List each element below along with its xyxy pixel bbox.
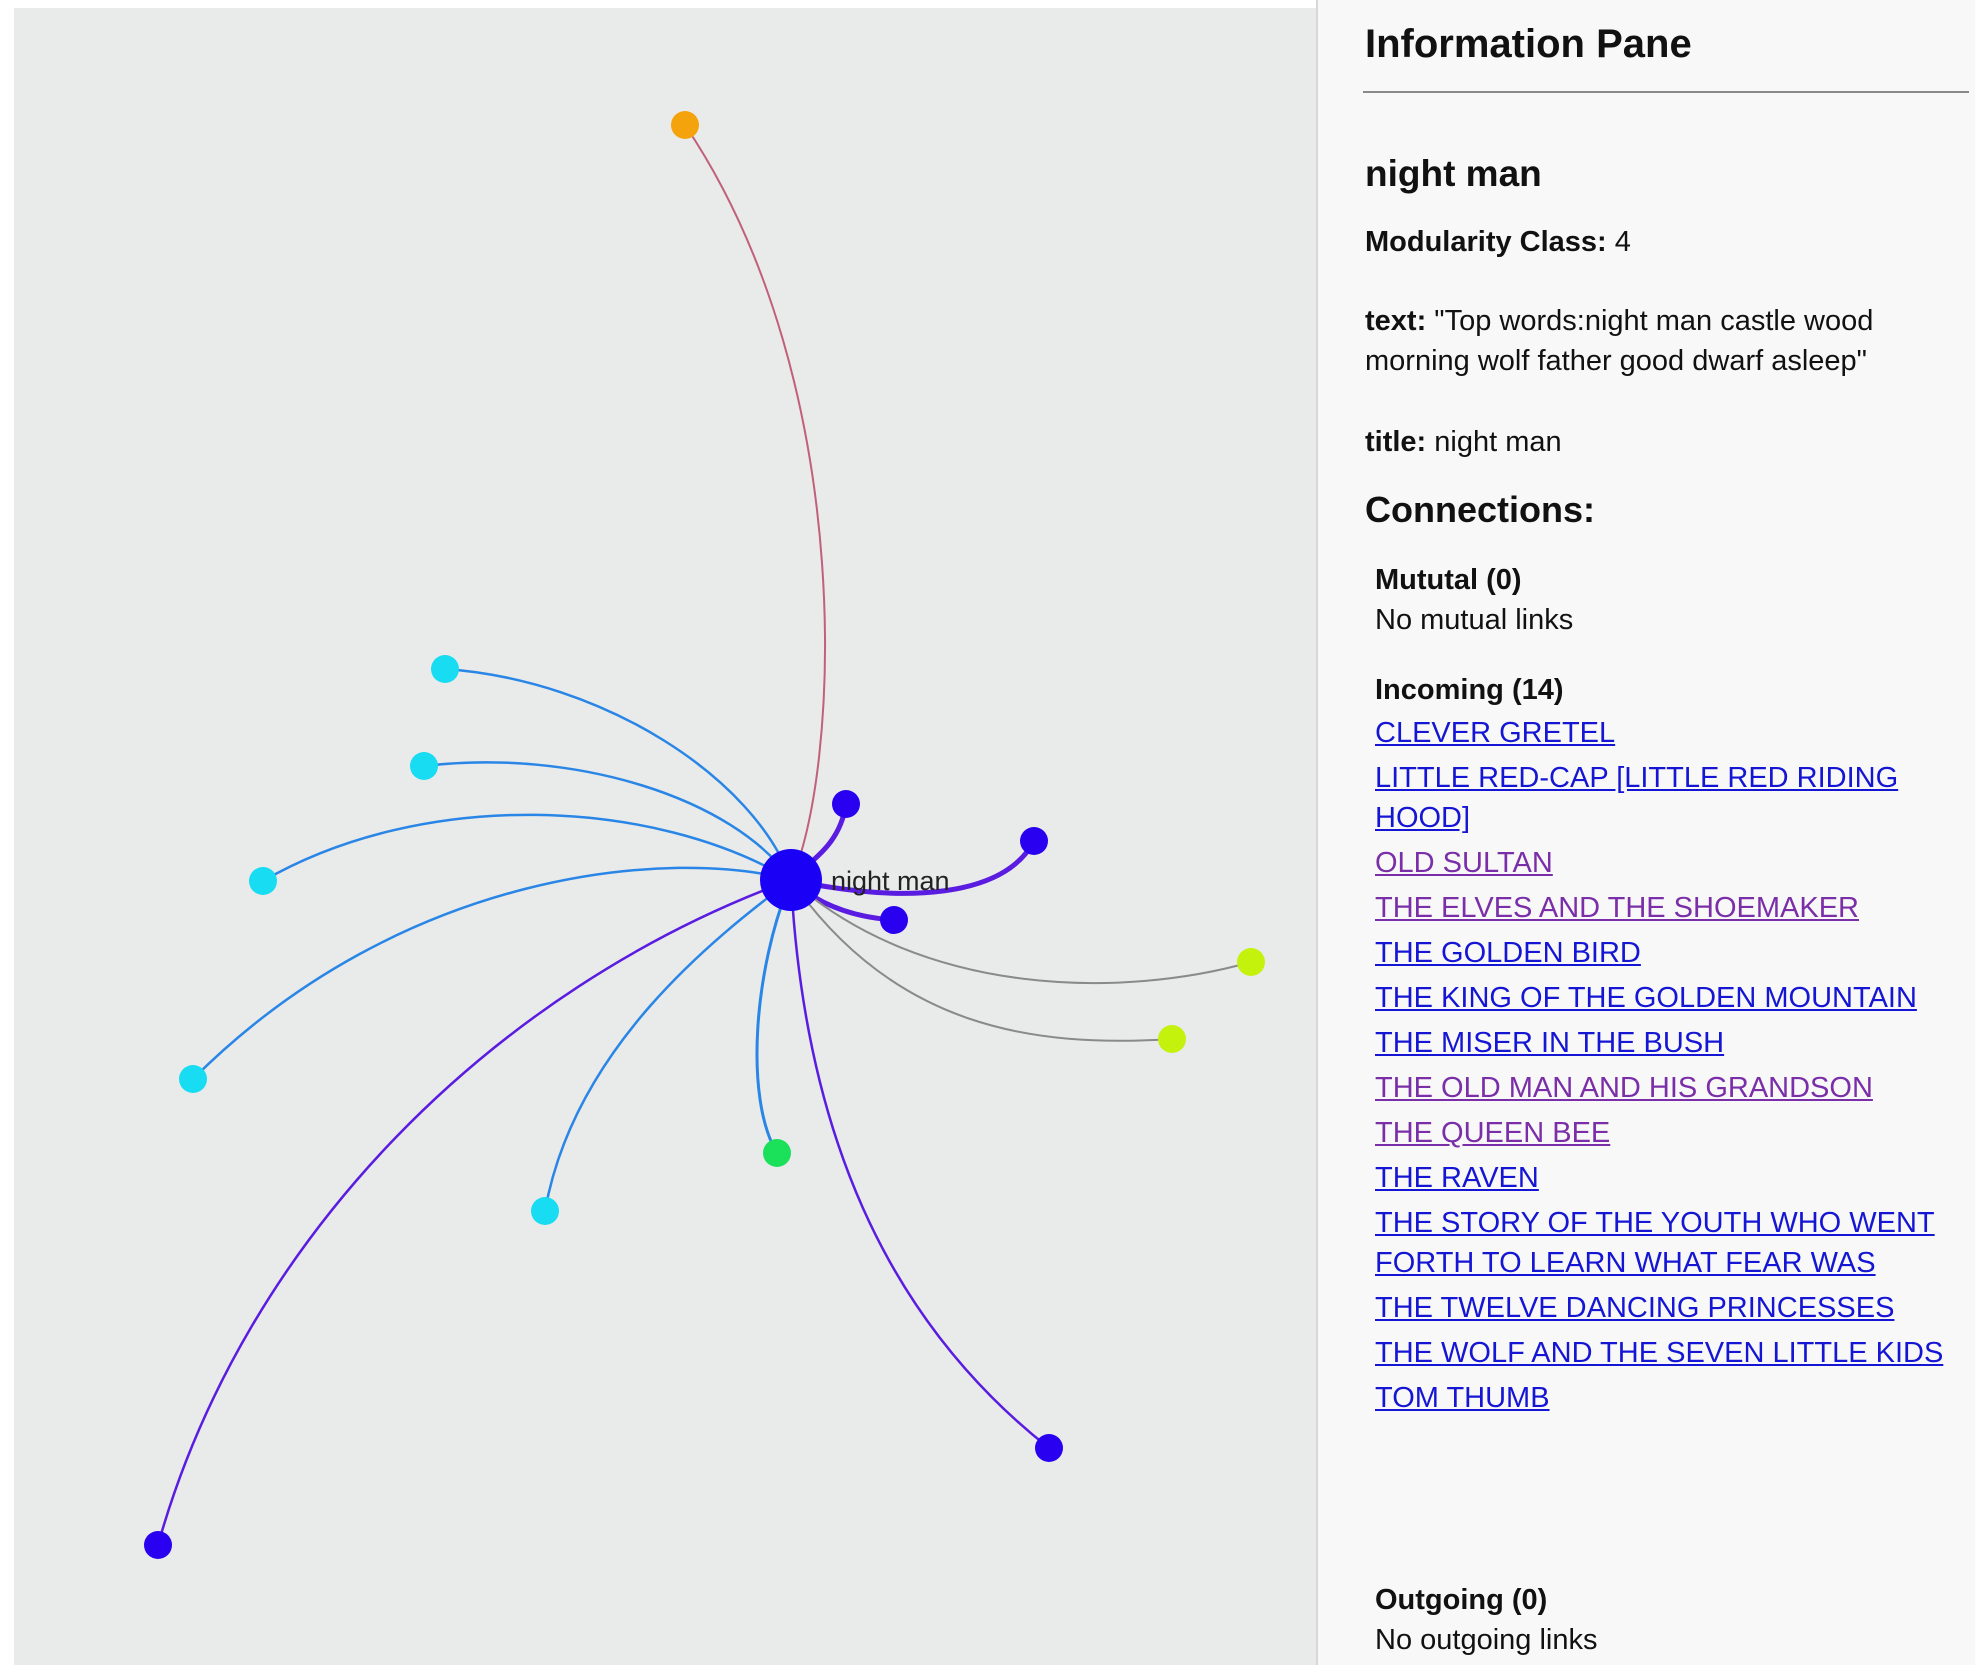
incoming-link[interactable]: THE WOLF AND THE SEVEN LITTLE KIDS [1375, 1337, 1943, 1369]
incoming-link[interactable]: CLEVER GRETEL [1375, 717, 1615, 749]
graph-edge [543, 879, 792, 1212]
graph-canvas[interactable]: night man [14, 8, 1316, 1665]
graph-edge [755, 879, 793, 1154]
incoming-heading: Incoming (14) [1375, 674, 1564, 706]
graph-edge [444, 667, 793, 881]
title-value: night man [1434, 426, 1562, 458]
graph-node[interactable] [531, 1197, 559, 1225]
list-item: TOM THUMB [1375, 1378, 1960, 1418]
graph-node[interactable] [763, 1139, 791, 1167]
graph-node[interactable] [671, 111, 699, 139]
graph-edge [790, 879, 1173, 1042]
graph-edge [423, 761, 793, 881]
graph-edge [684, 124, 826, 881]
list-item: THE TWELVE DANCING PRINCESSES [1375, 1288, 1960, 1328]
graph-node[interactable] [144, 1531, 172, 1559]
graph-node-selected[interactable] [760, 849, 822, 911]
list-item: THE OLD MAN AND HIS GRANDSON [1375, 1068, 1960, 1108]
list-item: THE WOLF AND THE SEVEN LITTLE KIDS [1375, 1333, 1960, 1373]
graph-node[interactable] [1237, 948, 1265, 976]
incoming-link[interactable]: TOM THUMB [1375, 1382, 1550, 1414]
incoming-link[interactable]: THE OLD MAN AND HIS GRANDSON [1375, 1072, 1873, 1104]
title-divider [1363, 91, 1969, 93]
list-item: LITTLE RED-CAP [LITTLE RED RIDING HOOD] [1375, 758, 1960, 838]
incoming-link[interactable]: THE QUEEN BEE [1375, 1117, 1610, 1149]
outgoing-empty-text: No outgoing links [1375, 1624, 1598, 1656]
incoming-link[interactable]: THE ELVES AND THE SHOEMAKER [1375, 892, 1859, 924]
pane-title: Information Pane [1365, 22, 1692, 66]
title-label: title: [1365, 426, 1427, 458]
graph-node[interactable] [179, 1065, 207, 1093]
graph-node[interactable] [249, 867, 277, 895]
network-graph[interactable]: night man [14, 8, 1316, 1665]
modularity-attribute: Modularity Class: 4 [1365, 222, 1955, 262]
mutual-empty-text: No mutual links [1375, 604, 1574, 636]
incoming-link[interactable]: THE GOLDEN BIRD [1375, 937, 1641, 969]
graph-edge [262, 813, 792, 883]
text-value: "Top words:night man castle wood morning… [1365, 305, 1874, 377]
graph-edge [789, 879, 1050, 1449]
graph-node[interactable] [431, 655, 459, 683]
incoming-link[interactable]: OLD SULTAN [1375, 847, 1553, 879]
modularity-label: Modularity Class: [1365, 226, 1607, 258]
incoming-link[interactable]: LITTLE RED-CAP [LITTLE RED RIDING HOOD] [1375, 762, 1898, 834]
information-pane: Information Pane night man Modularity Cl… [1318, 0, 1975, 1665]
text-attribute: text: "Top words:night man castle wood m… [1365, 301, 1955, 381]
mutual-heading: Mututal (0) [1375, 564, 1522, 596]
text-label: text: [1365, 305, 1427, 337]
graph-edge [192, 866, 792, 1080]
incoming-link[interactable]: THE STORY OF THE YOUTH WHO WENT FORTH TO… [1375, 1207, 1935, 1279]
graph-edge [156, 878, 792, 1546]
incoming-link[interactable]: THE KING OF THE GOLDEN MOUNTAIN [1375, 982, 1917, 1014]
list-item: THE RAVEN [1375, 1158, 1960, 1198]
graph-node[interactable] [1020, 827, 1048, 855]
incoming-link[interactable]: THE MISER IN THE BUSH [1375, 1027, 1724, 1059]
list-item: THE KING OF THE GOLDEN MOUNTAIN [1375, 978, 1960, 1018]
title-attribute: title: night man [1365, 422, 1955, 462]
graph-node[interactable] [410, 752, 438, 780]
connections-heading: Connections: [1365, 489, 1595, 530]
graph-node[interactable] [1158, 1025, 1186, 1053]
list-item: THE ELVES AND THE SHOEMAKER [1375, 888, 1960, 928]
node-label: night man [831, 866, 950, 896]
list-item: THE STORY OF THE YOUTH WHO WENT FORTH TO… [1375, 1203, 1960, 1283]
graph-node[interactable] [832, 790, 860, 818]
list-item: THE MISER IN THE BUSH [1375, 1023, 1960, 1063]
graph-node[interactable] [1035, 1434, 1063, 1462]
list-item: CLEVER GRETEL [1375, 713, 1960, 753]
incoming-link[interactable]: THE RAVEN [1375, 1162, 1539, 1194]
outgoing-heading: Outgoing (0) [1375, 1584, 1548, 1616]
list-item: THE QUEEN BEE [1375, 1113, 1960, 1153]
incoming-links-list: CLEVER GRETEL LITTLE RED-CAP [LITTLE RED … [1375, 713, 1960, 1423]
graph-node[interactable] [880, 906, 908, 934]
selected-node-name: night man [1365, 153, 1542, 194]
modularity-value: 4 [1614, 226, 1631, 258]
incoming-link[interactable]: THE TWELVE DANCING PRINCESSES [1375, 1292, 1894, 1324]
list-item: OLD SULTAN [1375, 843, 1960, 883]
list-item: THE GOLDEN BIRD [1375, 933, 1960, 973]
